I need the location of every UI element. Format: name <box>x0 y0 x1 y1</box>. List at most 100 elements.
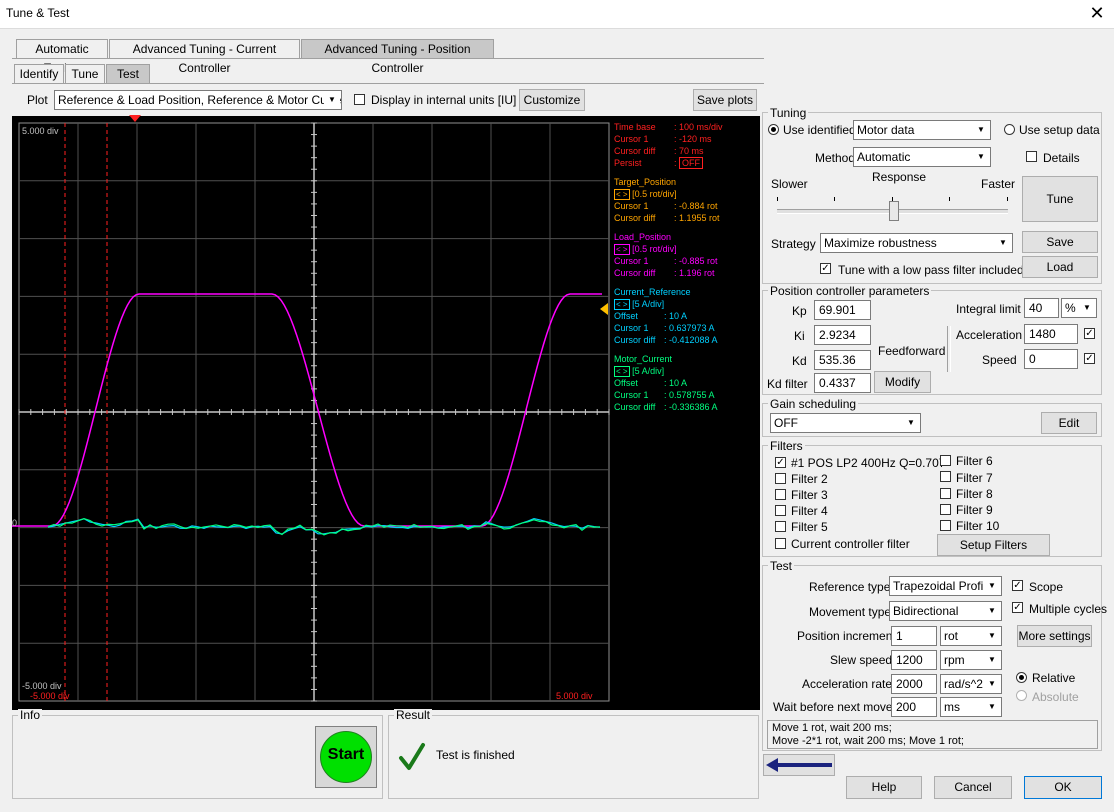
details-checkbox[interactable] <box>1026 151 1037 162</box>
display-iu-checkbox[interactable] <box>354 94 365 105</box>
target-scale-arrows-icon[interactable]: < > <box>614 189 630 200</box>
wait-unit-select[interactable]: ms ▼ <box>940 697 1002 717</box>
filter-3-checkbox[interactable] <box>775 489 786 500</box>
position-increment-label: Position increment <box>797 629 896 643</box>
subtab-divider <box>12 83 764 84</box>
cancel-button[interactable]: Cancel <box>934 776 1012 799</box>
filter-6-checkbox[interactable] <box>940 455 951 466</box>
test-summary-line-2: Move -2*1 rot, wait 200 ms; Move 1 rot; <box>772 735 964 747</box>
slew-speed-unit-select[interactable]: rpm ▼ <box>940 650 1002 670</box>
pcp-title: Position controller parameters <box>768 284 932 298</box>
customize-button[interactable]: Customize <box>519 89 585 111</box>
setup-filters-button[interactable]: Setup Filters <box>937 534 1050 556</box>
scope-label: Scope <box>1029 580 1064 594</box>
persist-toggle[interactable]: OFF <box>679 157 704 169</box>
more-settings-button[interactable]: More settings <box>1017 625 1092 647</box>
gain-edit-button[interactable]: Edit <box>1041 412 1097 434</box>
cref-scale-arrows-icon[interactable]: < > <box>614 299 630 310</box>
identified-select[interactable]: Motor data ▼ <box>853 120 991 140</box>
tab-tune[interactable]: Tune <box>65 64 105 83</box>
tab-automatic-tuning[interactable]: Automatic Tuning <box>16 39 108 75</box>
integral-limit-input[interactable]: 40 <box>1024 298 1059 318</box>
filter-9-label: Filter 9 <box>956 503 993 517</box>
multiple-cycles-checkbox[interactable]: ✓ <box>1012 602 1023 613</box>
slew-speed-input[interactable]: 1200 <box>891 650 937 670</box>
slew-speed-label: Slew speed <box>830 653 893 667</box>
chevron-down-icon: ▼ <box>324 92 340 108</box>
ok-button[interactable]: OK <box>1024 776 1102 799</box>
scope-x-left-label: -5.000 div <box>30 691 70 701</box>
acceleration-input[interactable]: 1480 <box>1024 324 1078 344</box>
modify-button[interactable]: Modify <box>874 371 931 393</box>
position-increment-input[interactable]: 1 <box>891 626 937 646</box>
filter-2-checkbox[interactable] <box>775 473 786 484</box>
absolute-radio[interactable] <box>1016 690 1027 701</box>
filter-9-checkbox[interactable] <box>940 504 951 515</box>
start-button[interactable]: Start <box>315 726 377 788</box>
filter-7-checkbox[interactable] <box>940 471 951 482</box>
tab-advanced-position[interactable]: Advanced Tuning - Position Controller <box>301 39 494 75</box>
filter-10-checkbox[interactable] <box>940 520 951 531</box>
back-arrow-button[interactable] <box>763 754 835 776</box>
filter-8-checkbox[interactable] <box>940 488 951 499</box>
use-identified-radio[interactable] <box>768 124 779 135</box>
movement-type-label: Movement type <box>809 605 892 619</box>
filter-5-checkbox[interactable] <box>775 521 786 532</box>
kd-input[interactable]: 535.36 <box>814 350 871 370</box>
plot-select[interactable]: Reference & Load Position, Reference & M… <box>54 90 342 110</box>
ref-type-select[interactable]: Trapezoidal Profile ▼ <box>889 576 1002 596</box>
mc-scale-arrows-icon[interactable]: < > <box>614 366 630 377</box>
load-scale-arrows-icon[interactable]: < > <box>614 244 630 255</box>
acceleration-checkbox[interactable]: ✓ <box>1084 328 1095 339</box>
gain-select[interactable]: OFF ▼ <box>770 413 921 433</box>
method-select[interactable]: Automatic ▼ <box>853 147 991 167</box>
current-filter-checkbox[interactable] <box>775 538 786 549</box>
filter-1-label: #1 POS LP2 400Hz Q=0.707 <box>791 456 946 470</box>
lowpass-checkbox[interactable]: ✓ <box>820 263 831 274</box>
speed-checkbox[interactable]: ✓ <box>1084 353 1095 364</box>
level-marker-icon[interactable] <box>600 303 608 315</box>
filter-4-checkbox[interactable] <box>775 505 786 516</box>
acceleration-rate-input[interactable]: 2000 <box>891 674 937 694</box>
acceleration-label: Acceleration <box>956 328 1023 342</box>
position-increment-unit-select[interactable]: rot ▼ <box>940 626 1002 646</box>
tab-advanced-current[interactable]: Advanced Tuning - Current Controller <box>109 39 300 75</box>
use-setup-radio[interactable] <box>1004 124 1015 135</box>
tune-button[interactable]: Tune <box>1022 176 1098 222</box>
scope-panel[interactable]: 5.000 div -5.000 div -5.000 div 5.000 di… <box>12 115 760 710</box>
filter-6-label: Filter 6 <box>956 454 993 468</box>
gain-title: Gain scheduling <box>768 397 859 411</box>
save-button[interactable]: Save <box>1022 231 1098 253</box>
response-label: Response <box>872 170 927 184</box>
help-button[interactable]: Help <box>846 776 922 799</box>
chevron-down-icon: ▼ <box>984 578 1000 594</box>
filter-4-label: Filter 4 <box>791 504 828 518</box>
load-position-trace <box>12 293 602 527</box>
filter-1-checkbox[interactable]: ✓ <box>775 457 786 468</box>
scope-checkbox[interactable]: ✓ <box>1012 580 1023 591</box>
slower-label: Slower <box>771 177 808 191</box>
start-label: Start <box>327 746 365 763</box>
kd-filter-input[interactable]: 0.4337 <box>814 373 871 393</box>
integral-limit-unit-select[interactable]: % ▼ <box>1061 298 1097 318</box>
strategy-select[interactable]: Maximize robustness ▼ <box>820 233 1013 253</box>
chevron-down-icon: ▼ <box>973 122 989 138</box>
save-plots-button[interactable]: Save plots <box>693 89 757 111</box>
wait-input[interactable]: 200 <box>891 697 937 717</box>
close-icon[interactable]: ✕ <box>1084 2 1110 24</box>
relative-radio[interactable] <box>1016 672 1027 683</box>
load-button[interactable]: Load <box>1022 256 1098 278</box>
current-reference-trace <box>47 517 601 535</box>
tab-identify[interactable]: Identify <box>14 64 64 83</box>
scope-x-right-label: 5.000 div <box>556 691 593 701</box>
plot-label: Plot <box>27 93 48 107</box>
response-slider-thumb[interactable] <box>889 201 899 221</box>
cursor-marker-icon[interactable] <box>129 115 141 122</box>
movement-type-select[interactable]: Bidirectional ▼ <box>889 601 1002 621</box>
speed-input[interactable]: 0 <box>1024 349 1078 369</box>
tab-test[interactable]: Test <box>106 64 150 83</box>
acceleration-rate-unit-select[interactable]: rad/s^2 ▼ <box>940 674 1002 694</box>
kp-input[interactable]: 69.901 <box>814 300 871 320</box>
result-title: Result <box>394 708 433 722</box>
ki-input[interactable]: 2.9234 <box>814 325 871 345</box>
